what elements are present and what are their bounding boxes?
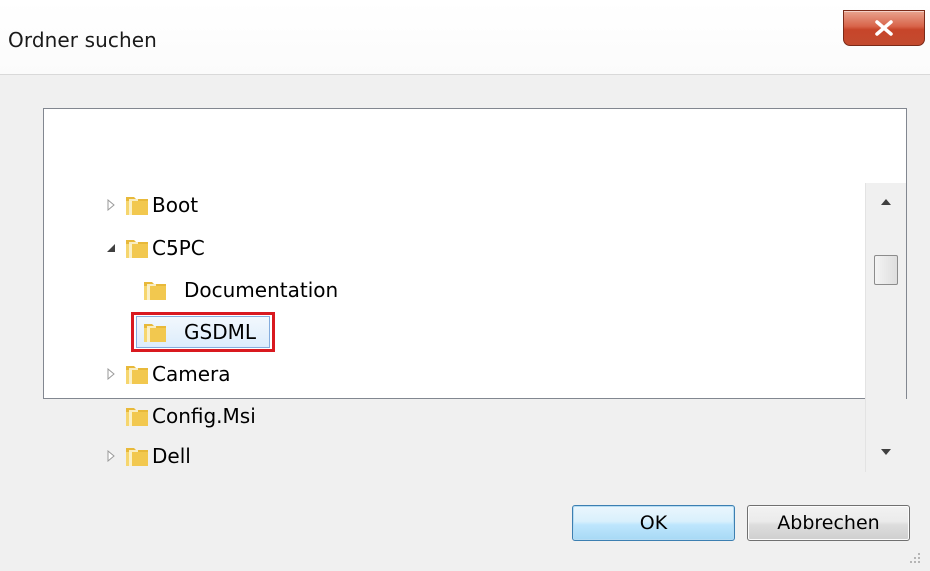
collapse-arrow-icon[interactable] [104,241,118,255]
tree-item-c5pc[interactable]: C5PC [100,228,400,268]
tree-item-dell[interactable]: Dell [100,436,400,472]
dialog-title: Ordner suchen [8,28,157,52]
tree-item-label: Dell [152,444,191,468]
cancel-button[interactable]: Abbrechen [747,505,910,541]
expand-arrow-icon[interactable] [104,367,118,381]
scroll-thumb[interactable] [874,255,898,285]
tree-item-gsdml[interactable]: GSDML [118,312,318,352]
scroll-up-button[interactable] [866,183,906,221]
tree-item-boot[interactable]: Boot [100,185,400,225]
folder-icon [144,324,166,342]
folder-icon [126,240,148,258]
tree-item-label: Documentation [184,278,339,302]
folder-browse-dialog: Ordner suchen Boot C5PC Documentation GS… [0,0,930,571]
tree-item-config-msi[interactable]: Config.Msi [100,396,400,436]
tree-item-label: Config.Msi [152,404,256,428]
expand-arrow-icon[interactable] [104,198,118,212]
close-button[interactable] [843,10,925,46]
close-icon [875,20,893,36]
resize-grip-icon[interactable] [908,551,922,565]
scroll-up-arrow-icon [881,199,891,205]
folder-icon [144,282,166,300]
tree-item-label: Camera [152,362,231,386]
folder-icon [126,448,148,466]
tree-item-camera[interactable]: Camera [100,354,400,394]
vertical-scrollbar[interactable] [865,183,906,472]
ok-button-label: OK [639,512,668,534]
folder-icon [126,408,148,426]
expand-arrow-icon[interactable] [104,449,118,463]
scroll-down-arrow-icon [881,449,891,455]
folder-icon [126,197,148,215]
ok-button[interactable]: OK [572,505,735,541]
tree-item-label: Boot [152,193,199,217]
folder-icon [126,366,148,384]
tree-item-documentation[interactable]: Documentation [118,270,438,310]
cancel-button-label: Abbrechen [777,512,880,534]
tree-item-label: GSDML [184,320,256,344]
title-bar[interactable]: Ordner suchen [0,0,930,74]
scroll-down-button[interactable] [866,433,906,471]
tree-item-label: C5PC [152,236,205,260]
